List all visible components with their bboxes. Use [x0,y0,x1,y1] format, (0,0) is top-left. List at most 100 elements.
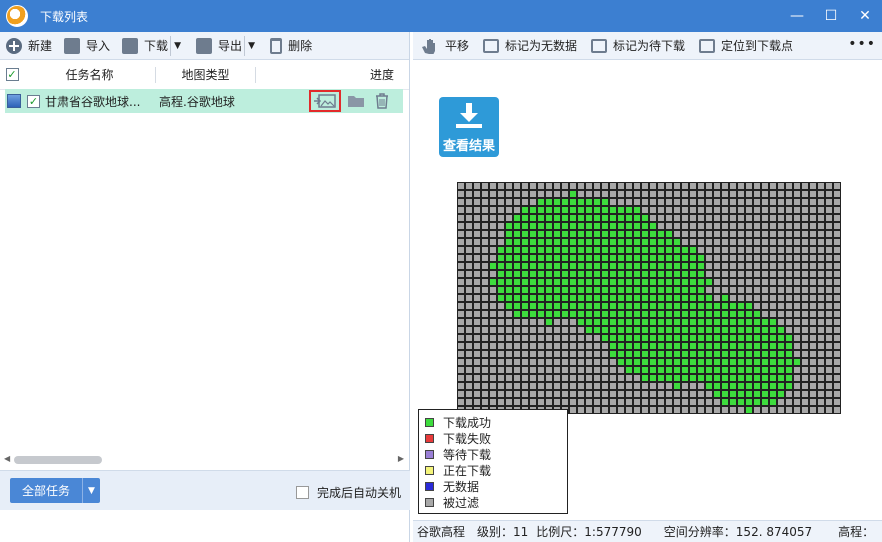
map-tile[interactable] [649,294,657,302]
tile-grid-map[interactable] [457,182,841,422]
map-tile[interactable] [657,342,665,350]
map-tile[interactable] [633,190,641,198]
map-tile[interactable] [577,262,585,270]
map-tile[interactable] [585,254,593,262]
map-tile[interactable] [481,198,489,206]
map-tile[interactable] [521,302,529,310]
map-tile[interactable] [553,206,561,214]
map-tile[interactable] [673,374,681,382]
map-tile[interactable] [833,334,841,342]
map-tile[interactable] [761,294,769,302]
map-tile[interactable] [801,198,809,206]
map-tile[interactable] [633,358,641,366]
map-tile[interactable] [585,326,593,334]
map-tile[interactable] [481,270,489,278]
map-tile[interactable] [689,342,697,350]
map-tile[interactable] [569,198,577,206]
map-tile[interactable] [721,286,729,294]
map-tile[interactable] [577,206,585,214]
chevron-down-icon[interactable]: ▼ [82,478,100,503]
map-tile[interactable] [481,246,489,254]
map-tile[interactable] [521,214,529,222]
map-tile[interactable] [529,222,537,230]
map-tile[interactable] [745,246,753,254]
map-tile[interactable] [729,278,737,286]
map-tile[interactable] [585,374,593,382]
map-tile[interactable] [681,246,689,254]
map-tile[interactable] [633,326,641,334]
map-tile[interactable] [473,254,481,262]
map-tile[interactable] [705,318,713,326]
map-tile[interactable] [481,334,489,342]
map-tile[interactable] [785,246,793,254]
map-tile[interactable] [665,230,673,238]
map-tile[interactable] [721,294,729,302]
map-tile[interactable] [473,334,481,342]
map-tile[interactable] [505,246,513,254]
map-tile[interactable] [665,214,673,222]
map-tile[interactable] [833,262,841,270]
map-tile[interactable] [705,254,713,262]
map-tile[interactable] [721,326,729,334]
download-button[interactable]: 下载 ▼ [122,34,190,58]
map-tile[interactable] [825,390,833,398]
map-tile[interactable] [681,374,689,382]
map-tile[interactable] [761,238,769,246]
map-tile[interactable] [585,334,593,342]
map-tile[interactable] [649,254,657,262]
map-tile[interactable] [809,230,817,238]
map-tile[interactable] [593,318,601,326]
map-tile[interactable] [545,294,553,302]
map-tile[interactable] [633,270,641,278]
map-tile[interactable] [489,214,497,222]
map-tile[interactable] [577,278,585,286]
map-tile[interactable] [457,238,465,246]
map-tile[interactable] [545,254,553,262]
map-tile[interactable] [569,214,577,222]
map-tile[interactable] [721,214,729,222]
map-tile[interactable] [649,382,657,390]
map-tile[interactable] [777,366,785,374]
map-tile[interactable] [801,286,809,294]
map-tile[interactable] [553,214,561,222]
map-tile[interactable] [561,310,569,318]
map-tile[interactable] [665,278,673,286]
map-tile[interactable] [561,190,569,198]
map-tile[interactable] [649,222,657,230]
map-tile[interactable] [505,270,513,278]
map-tile[interactable] [705,294,713,302]
map-tile[interactable] [793,190,801,198]
view-result-button[interactable]: 查看结果 [439,97,499,157]
map-tile[interactable] [465,254,473,262]
map-tile[interactable] [697,310,705,318]
map-tile[interactable] [457,254,465,262]
map-tile[interactable] [545,198,553,206]
map-tile[interactable] [617,182,625,190]
map-tile[interactable] [577,286,585,294]
map-tile[interactable] [753,270,761,278]
map-tile[interactable] [457,206,465,214]
map-tile[interactable] [577,190,585,198]
map-tile[interactable] [737,326,745,334]
map-tile[interactable] [497,366,505,374]
map-tile[interactable] [785,374,793,382]
map-tile[interactable] [761,406,769,414]
map-tile[interactable] [457,270,465,278]
map-tile[interactable] [585,398,593,406]
map-tile[interactable] [665,182,673,190]
map-tile[interactable] [817,358,825,366]
map-tile[interactable] [681,206,689,214]
map-tile[interactable] [609,326,617,334]
map-tile[interactable] [625,286,633,294]
map-tile[interactable] [809,334,817,342]
map-tile[interactable] [505,366,513,374]
map-tile[interactable] [681,318,689,326]
map-tile[interactable] [529,230,537,238]
map-tile[interactable] [833,182,841,190]
map-tile[interactable] [617,326,625,334]
scroll-left-icon[interactable]: ◀ [4,454,10,463]
map-tile[interactable] [601,190,609,198]
map-tile[interactable] [593,294,601,302]
map-tile[interactable] [729,182,737,190]
map-tile[interactable] [721,406,729,414]
